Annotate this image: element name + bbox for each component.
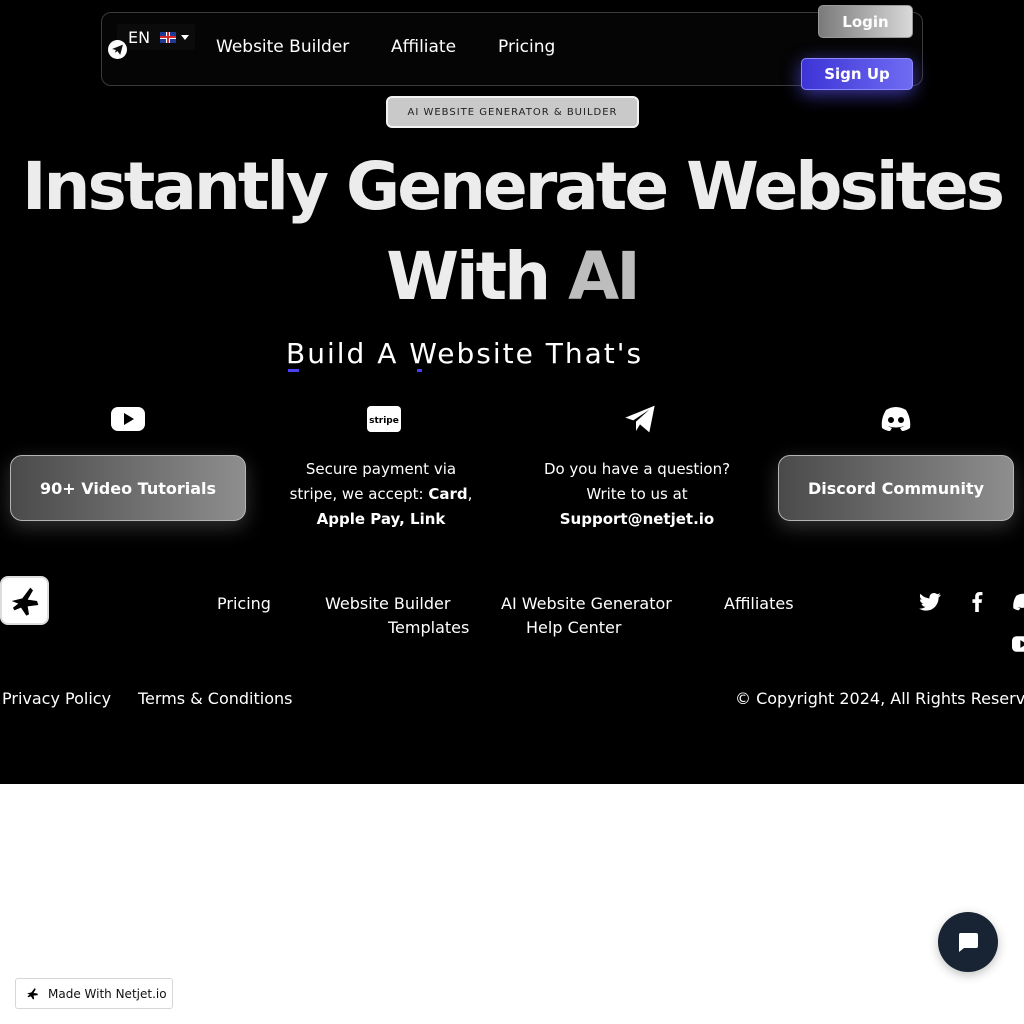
language-selector[interactable]: EN bbox=[117, 24, 195, 50]
svg-text:stripe: stripe bbox=[369, 416, 399, 426]
support-info: Do you have a question? Write to us at S… bbox=[542, 457, 732, 532]
hero-title-ai: AI bbox=[568, 238, 641, 315]
support-email[interactable]: Support@netjet.io bbox=[560, 510, 714, 528]
hero-subheading: Build A Website That's bbox=[286, 337, 644, 370]
payment-card: Card bbox=[428, 485, 468, 503]
hero-title-line2: With AI bbox=[0, 238, 1024, 315]
typing-cursor bbox=[417, 369, 422, 372]
login-button[interactable]: Login bbox=[818, 5, 913, 38]
chat-launcher-button[interactable] bbox=[938, 912, 998, 972]
nav-affiliate[interactable]: Affiliate bbox=[391, 37, 456, 57]
main-dark-section: EN Website Builder Affiliate Pricing Log… bbox=[0, 0, 1024, 784]
facebook-icon[interactable] bbox=[966, 591, 988, 613]
twitter-icon[interactable] bbox=[919, 591, 941, 613]
payment-info: Secure payment via stripe, we accept: Ca… bbox=[289, 460, 473, 528]
hero-badge: AI WEBSITE GENERATOR & BUILDER bbox=[386, 96, 639, 128]
chat-icon bbox=[958, 933, 978, 952]
footer-link-templates[interactable]: Templates bbox=[388, 618, 469, 637]
made-with-netjet-badge[interactable]: Made With Netjet.io bbox=[15, 978, 173, 1009]
footer-link-ai-generator[interactable]: AI Website Generator bbox=[501, 594, 672, 613]
discord-footer-icon[interactable] bbox=[1012, 591, 1024, 613]
signup-button[interactable]: Sign Up bbox=[801, 58, 913, 90]
payment-methods: Apple Pay, Link bbox=[316, 510, 446, 528]
hero-title-with: With bbox=[386, 238, 551, 315]
discord-icon[interactable] bbox=[879, 402, 913, 436]
nav-website-builder[interactable]: Website Builder bbox=[216, 37, 349, 57]
jet-mini-icon bbox=[25, 986, 40, 1001]
hero-title-line1: Instantly Generate Websites bbox=[21, 148, 1005, 225]
made-with-label: Made With Netjet.io bbox=[48, 986, 167, 1001]
typing-indicator bbox=[288, 369, 299, 372]
footer-link-website-builder[interactable]: Website Builder bbox=[325, 594, 450, 613]
footer-link-help-center[interactable]: Help Center bbox=[526, 618, 621, 637]
footer-jet-logo-icon[interactable] bbox=[0, 576, 49, 625]
footer-link-pricing[interactable]: Pricing bbox=[217, 594, 271, 613]
jet-logo-icon[interactable] bbox=[108, 40, 127, 59]
youtube-footer-icon[interactable] bbox=[1012, 633, 1024, 655]
footer-link-affiliates[interactable]: Affiliates bbox=[724, 594, 794, 613]
privacy-policy-link[interactable]: Privacy Policy bbox=[2, 689, 111, 708]
language-code: EN bbox=[128, 27, 151, 47]
uk-flag-icon bbox=[160, 31, 177, 43]
copyright-text: © Copyright 2024, All Rights Reserved bbox=[735, 689, 1024, 708]
caret-down-icon bbox=[181, 34, 190, 40]
nav-pricing[interactable]: Pricing bbox=[498, 37, 555, 57]
question-text: Do you have a question? Write to us at bbox=[543, 460, 731, 503]
youtube-icon[interactable] bbox=[111, 402, 145, 436]
video-tutorials-button[interactable]: 90+ Video Tutorials bbox=[10, 455, 246, 521]
discord-community-button[interactable]: Discord Community bbox=[778, 455, 1014, 521]
stripe-icon: stripe bbox=[367, 402, 401, 436]
telegram-icon[interactable] bbox=[623, 402, 657, 436]
terms-link[interactable]: Terms & Conditions bbox=[138, 689, 292, 708]
